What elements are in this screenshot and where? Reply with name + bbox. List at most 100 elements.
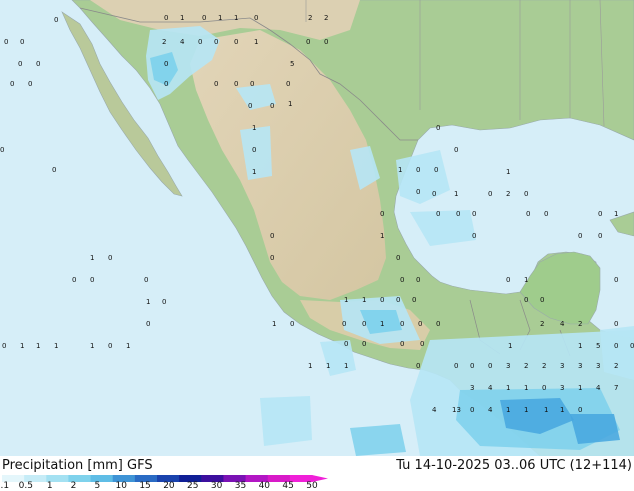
precip-value-label: 1 — [288, 100, 292, 108]
precip-value-label: 0 — [18, 60, 22, 68]
precip-value-label: 0 — [108, 254, 112, 262]
precip-value-label: 0 — [454, 362, 458, 370]
precip-value-label: 0 — [470, 406, 474, 414]
precip-value-label: 0 — [598, 210, 602, 218]
precip-value-label: 4 — [488, 384, 493, 392]
map-svg: 0 1 0 1 1 0 2 2 2 4 0 0 0 1 0 0 0 0 0 0 0 0 5 0 0 0 0 0 0 0 0 0 1 1 0 0 0 0 0 1… — [0, 0, 634, 456]
precip-value-label: 0 — [470, 362, 474, 370]
precip-value-label: 0 — [252, 146, 256, 154]
precip-value-label: 0 — [432, 190, 436, 198]
precip-value-label: 0 — [10, 80, 14, 88]
precip-value-label: 0 — [418, 320, 422, 328]
precip-value-label: 4 — [596, 384, 601, 392]
precip-value-label: 2 — [578, 320, 582, 328]
precip-value-label: 0 — [400, 276, 404, 284]
precip-value-label: 0 — [416, 276, 420, 284]
precip-value-label: 0 — [164, 80, 168, 88]
precip-value-label: 0 — [254, 14, 258, 22]
precip-value-label: 1 — [344, 296, 348, 304]
precip-value-label: 1 — [254, 38, 258, 46]
precip-value-label: 3 — [560, 362, 564, 370]
precip-value-label: 0 — [20, 38, 24, 46]
precip-value-label: 1 — [20, 342, 24, 350]
precip-value-label: 0 — [380, 210, 384, 218]
precip-value-label: 0 — [72, 276, 76, 284]
precip-value-label: 0 — [456, 210, 460, 218]
precip-value-label: 0 — [614, 320, 618, 328]
precip-value-label: 0 — [578, 232, 582, 240]
precip-value-label: 0 — [162, 298, 166, 306]
precip-value-label: 0 — [454, 146, 458, 154]
precip-value-label: 0 — [614, 276, 618, 284]
precip-value-label: 0 — [270, 102, 274, 110]
precip-value-label: 1 — [308, 362, 312, 370]
precip-value-label: 0 — [436, 320, 440, 328]
precip-value-label: 0 — [2, 342, 6, 350]
precip-value-label: 1 — [252, 168, 256, 176]
precip-value-label: 0 — [630, 342, 634, 350]
precip-value-label: 0 — [544, 210, 548, 218]
precip-value-label: 0 — [234, 38, 238, 46]
precip-value-label: 0 — [396, 296, 400, 304]
precip-value-label: 1 — [506, 168, 510, 176]
precip-value-label: 2 — [324, 14, 328, 22]
precip-value-label: 1 — [362, 296, 366, 304]
precip-value-label: 13 — [452, 406, 461, 414]
precip-value-label: 0 — [362, 340, 366, 348]
precip-value-label: 2 — [524, 362, 528, 370]
precip-value-label: 5 — [290, 60, 294, 68]
precip-value-label: 1 — [560, 406, 564, 414]
precip-value-label: 1 — [380, 320, 384, 328]
precip-value-label: 0 — [342, 320, 346, 328]
precip-value-label: 1 — [524, 406, 528, 414]
precip-value-label: 1 — [36, 342, 40, 350]
precip-area — [600, 326, 634, 380]
precip-value-label: 1 — [218, 14, 222, 22]
precip-value-label: 1 — [506, 406, 510, 414]
precip-value-label: 0 — [526, 210, 530, 218]
precip-value-label: 0 — [198, 38, 202, 46]
precip-value-label: 4 — [560, 320, 565, 328]
forecast-map[interactable]: 0 1 0 1 1 0 2 2 2 4 0 0 0 1 0 0 0 0 0 0 0 0 5 0 0 0 0 0 0 0 0 0 1 1 0 0 0 0 0 1… — [0, 0, 634, 456]
precip-value-label: 0 — [472, 210, 476, 218]
precip-value-label: 0 — [54, 16, 58, 24]
precip-value-label: 1 — [380, 232, 384, 240]
precip-value-label: 2 — [614, 362, 618, 370]
precip-value-label: 0 — [506, 276, 510, 284]
precip-value-label: 0 — [108, 342, 112, 350]
precip-value-label: 0 — [270, 254, 274, 262]
precip-value-label: 5 — [596, 342, 600, 350]
precip-value-label: 3 — [596, 362, 600, 370]
precip-value-label: 1 — [272, 320, 276, 328]
forecast-timestamp: Tu 14-10-2025 03..06 UTC (12+114) — [396, 458, 632, 473]
precip-value-label: 1 — [506, 384, 510, 392]
precip-value-label: 0 — [164, 14, 168, 22]
precip-value-label: 1 — [344, 362, 348, 370]
precip-value-label: 4 — [488, 406, 493, 414]
precip-value-label: 0 — [202, 14, 206, 22]
precip-value-label: 3 — [470, 384, 474, 392]
map-footer: Precipitation [mm] GFS Tu 14-10-2025 03.… — [0, 456, 634, 491]
precip-value-label: 0 — [524, 296, 528, 304]
precip-value-label: 0 — [540, 296, 544, 304]
precip-value-label: 0 — [578, 406, 582, 414]
precip-value-label: 0 — [420, 340, 424, 348]
precip-value-label: 0 — [248, 102, 252, 110]
precip-value-label: 1 — [90, 254, 94, 262]
precip-value-label: 2 — [542, 362, 546, 370]
precip-value-label: 0 — [412, 296, 416, 304]
precip-value-label: 0 — [214, 38, 218, 46]
precip-value-label: 0 — [380, 296, 384, 304]
precip-value-label: 3 — [560, 384, 564, 392]
precip-value-label: 1 — [126, 342, 130, 350]
precip-value-label: 0 — [436, 124, 440, 132]
precip-value-label: 1 — [252, 124, 256, 132]
precip-value-label: 0 — [524, 190, 528, 198]
precip-value-label: 0 — [598, 232, 602, 240]
precip-value-label: 0 — [400, 320, 404, 328]
precip-value-label: 1 — [544, 406, 548, 414]
precip-value-label: 0 — [52, 166, 56, 174]
precip-value-label: 0 — [542, 384, 546, 392]
precip-value-label: 0 — [416, 188, 420, 196]
precip-value-label: 0 — [324, 38, 328, 46]
